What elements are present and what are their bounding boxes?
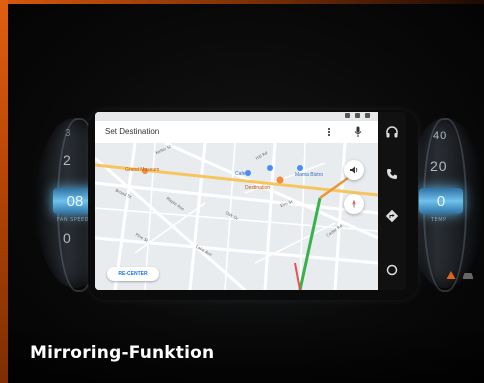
dial-number: 0: [63, 230, 72, 246]
more-vert-icon[interactable]: [324, 127, 334, 137]
search-label: Set Destination: [105, 127, 160, 136]
dial-number: 2: [63, 152, 72, 168]
sound-button[interactable]: [344, 160, 364, 180]
android-auto-rail: [378, 112, 406, 290]
dial-subtitle: FAN SPEED: [57, 217, 90, 223]
map-label: Mama Bistro: [295, 172, 324, 178]
dial-number: 40: [433, 130, 448, 142]
recenter-label: RE-CENTER: [118, 271, 148, 277]
status-bar: [95, 112, 378, 121]
dial-number: 20: [430, 158, 448, 174]
signal-icon: [345, 113, 350, 118]
compass-icon: [352, 199, 356, 209]
place-marker-icon: [297, 165, 303, 171]
dial-selected-value: 0: [419, 188, 463, 214]
photo-caption: Mirroring-Funktion: [30, 343, 215, 363]
dial-number: 3: [65, 128, 72, 139]
recenter-button[interactable]: RE-CENTER: [107, 267, 159, 281]
phone-icon[interactable]: [382, 164, 402, 184]
orange-accent-left: [0, 0, 8, 383]
speaker-icon: [350, 166, 358, 174]
status-indicators: [446, 270, 474, 280]
destination-pin-icon: [276, 176, 284, 184]
place-marker-icon: [267, 165, 273, 171]
map-label: Cafe: [235, 171, 246, 177]
directions-icon[interactable]: [382, 206, 402, 226]
home-icon[interactable]: [382, 260, 402, 280]
destination-search-bar[interactable]: Set Destination: [95, 121, 378, 143]
photo-frame: 3 2 08 FAN SPEED 0 40 20 0 TEMP Set Dest…: [0, 0, 484, 383]
battery-icon: [365, 113, 370, 118]
map-label: Destination: [245, 185, 271, 191]
microphone-icon[interactable]: [353, 126, 363, 138]
headphones-icon[interactable]: [382, 122, 402, 142]
map-view[interactable]: Grand Museum Destination Cafe Mama Bistr…: [95, 143, 378, 290]
warning-icon: [446, 271, 456, 279]
car-icon: [463, 273, 473, 279]
mirrored-screen[interactable]: Set Destination Grand Museum Destination…: [95, 112, 378, 290]
wifi-icon: [355, 113, 360, 118]
map-label: Grand Museum: [125, 167, 160, 173]
compass-button[interactable]: [344, 194, 364, 214]
dial-subtitle: TEMP: [431, 217, 447, 223]
